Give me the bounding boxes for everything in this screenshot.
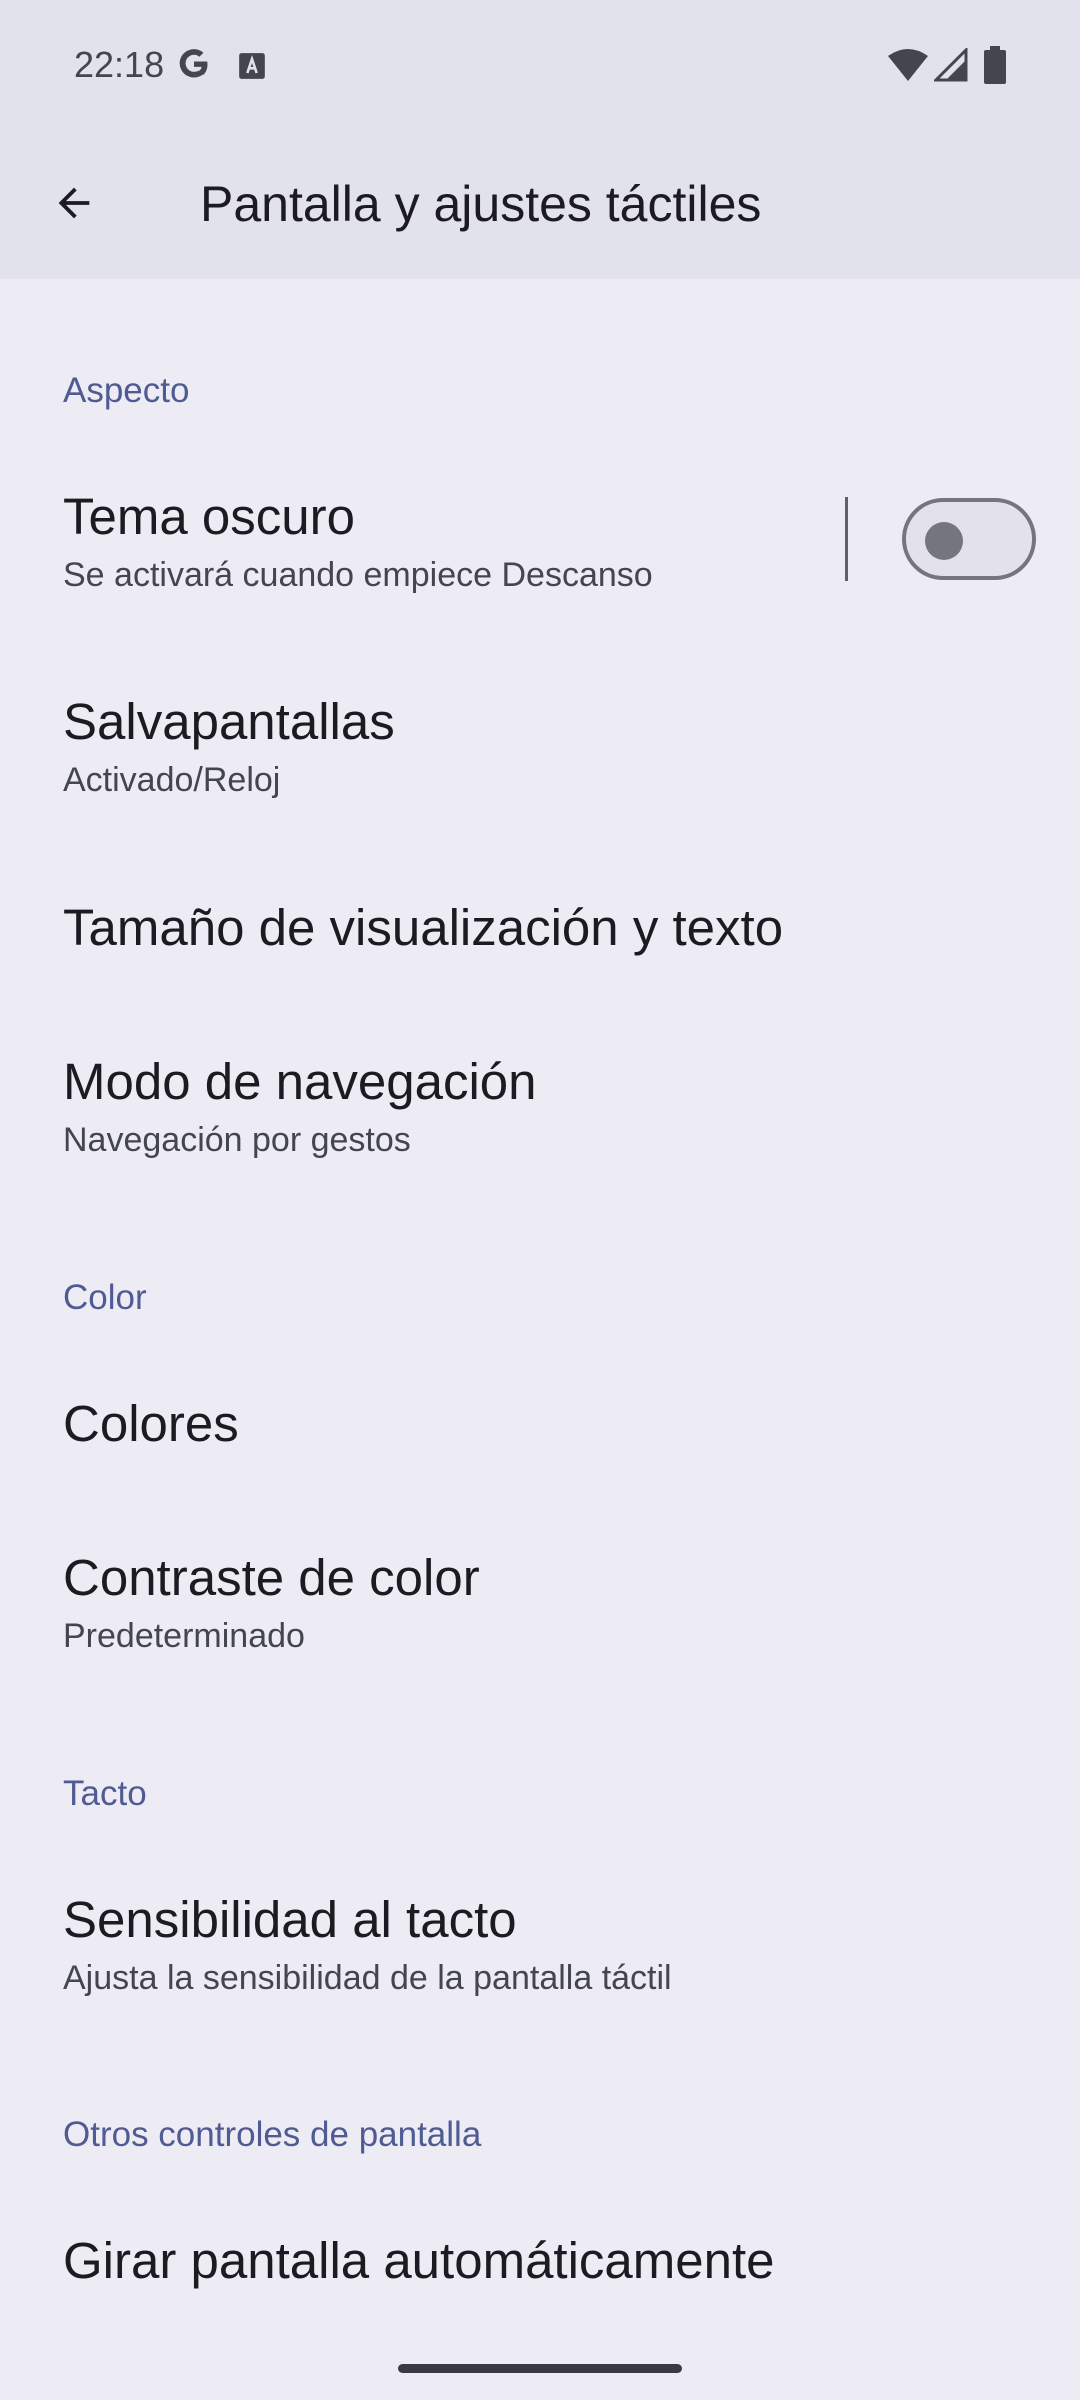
dark-theme-summary: Se activará cuando empiece Descanso xyxy=(63,556,653,594)
dark-theme-switch[interactable] xyxy=(902,498,1036,580)
contrast-summary: Predeterminado xyxy=(63,1617,305,1655)
touch-sensitivity-summary: Ajusta la sensibilidad de la pantalla tá… xyxy=(63,1959,672,1997)
toggle-divider xyxy=(845,497,848,581)
status-bar: 22:18 xyxy=(0,0,1080,130)
navigation-mode-title: Modo de navegación xyxy=(63,1053,537,1110)
navigation-mode-summary: Navegación por gestos xyxy=(63,1121,411,1159)
gesture-nav-handle[interactable] xyxy=(398,2364,682,2373)
display-size-title: Tamaño de visualización y texto xyxy=(63,899,784,956)
screensaver-item[interactable]: Salvapantallas Activado/Reloj xyxy=(0,650,1080,838)
back-button[interactable] xyxy=(36,165,112,241)
screensaver-title: Salvapantallas xyxy=(63,693,395,750)
auto-rotate-title: Girar pantalla automáticamente xyxy=(63,2232,775,2289)
display-size-item[interactable]: Tamaño de visualización y texto xyxy=(0,856,1080,1004)
contrast-title: Contraste de color xyxy=(63,1549,480,1606)
navigation-mode-item[interactable]: Modo de navegación Navegación por gestos xyxy=(0,1010,1080,1198)
page-title: Pantalla y ajustes táctiles xyxy=(200,176,762,232)
google-g-icon xyxy=(179,49,208,78)
signal-icon xyxy=(934,48,968,82)
arrow-back-icon xyxy=(58,187,90,219)
app-bar: Pantalla y ajustes táctiles xyxy=(0,140,1080,270)
switch-thumb xyxy=(925,522,963,560)
contrast-item[interactable]: Contraste de color Predeterminado xyxy=(0,1506,1080,1694)
status-time: 22:18 xyxy=(74,44,165,85)
colors-title: Colores xyxy=(63,1395,239,1452)
a-notification-icon xyxy=(239,53,265,79)
colors-item[interactable]: Colores xyxy=(0,1352,1080,1500)
section-header-otros: Otros controles de pantalla xyxy=(63,2115,482,2154)
auto-rotate-item[interactable]: Girar pantalla automáticamente xyxy=(0,2189,1080,2337)
top-bar: 22:18 Pantalla y ajustes táctiles xyxy=(0,0,1080,279)
wifi-icon xyxy=(888,49,928,81)
section-header-aspecto: Aspecto xyxy=(63,371,190,410)
touch-sensitivity-title: Sensibilidad al tacto xyxy=(63,1891,517,1948)
settings-screen: 22:18 Pantalla y ajustes táctiles Aspect… xyxy=(0,0,1080,2400)
touch-sensitivity-item[interactable]: Sensibilidad al tacto Ajusta la sensibil… xyxy=(0,1848,1080,2036)
section-header-color: Color xyxy=(63,1278,147,1317)
dark-theme-title: Tema oscuro xyxy=(63,488,355,545)
section-header-tacto: Tacto xyxy=(63,1774,147,1813)
battery-icon xyxy=(984,46,1006,84)
screensaver-summary: Activado/Reloj xyxy=(63,761,281,799)
